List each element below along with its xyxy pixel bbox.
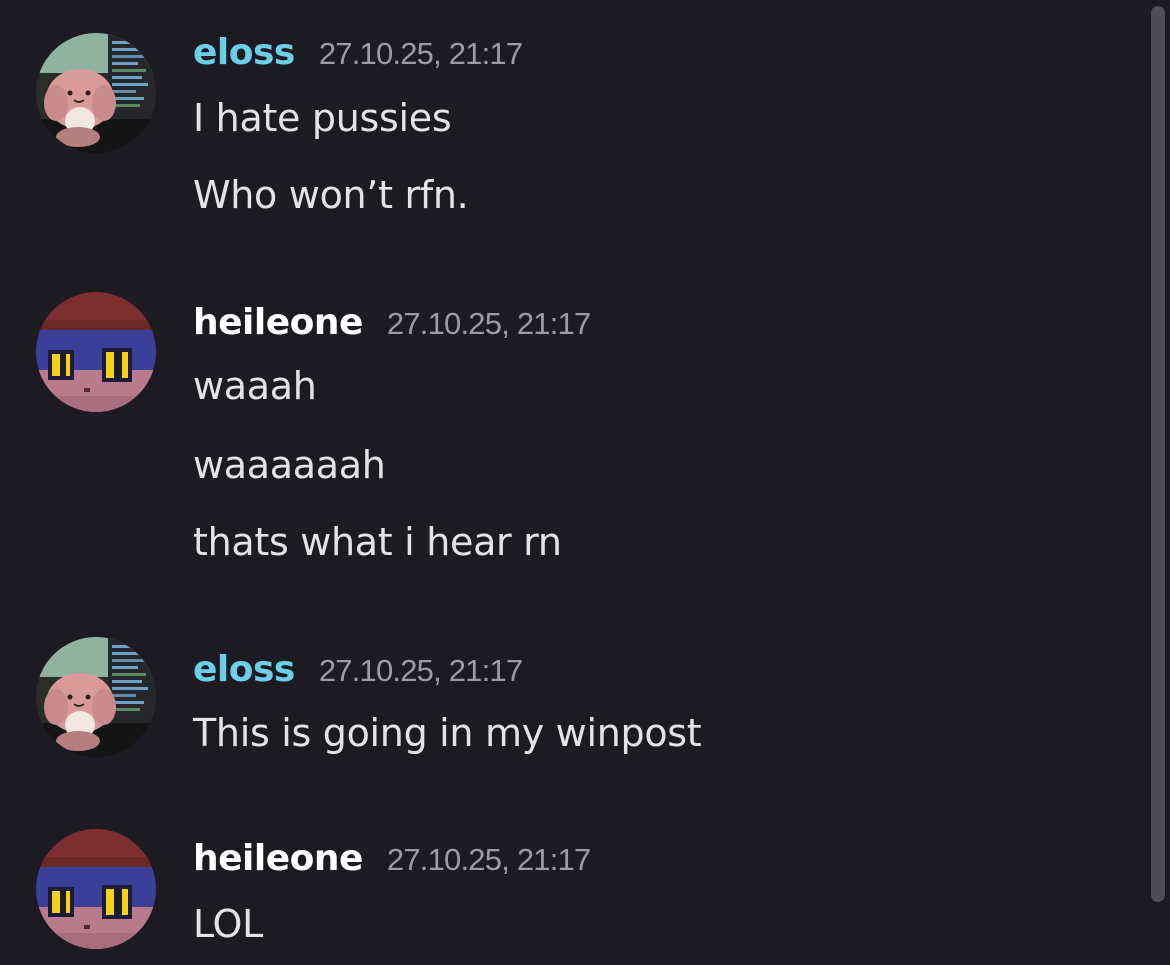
message-timestamp: 27.10.25, 21:17 [386, 306, 591, 341]
message-header: heileone 27.10.25, 21:17 [193, 838, 591, 888]
message-text[interactable]: thats what i hear rn [193, 520, 562, 564]
scrollbar[interactable] [1151, 6, 1165, 902]
message-header: eloss 27.10.25, 21:17 [193, 32, 523, 82]
author-name[interactable]: eloss [193, 32, 295, 73]
message-text[interactable]: waaaaaah [193, 443, 386, 487]
pink-plush-avatar-icon [36, 33, 156, 153]
pixel-character-avatar-icon [36, 829, 156, 949]
author-name[interactable]: heileone [193, 302, 363, 343]
message-text[interactable]: waaah [193, 364, 317, 408]
message-timestamp: 27.10.25, 21:17 [386, 842, 591, 877]
message-text[interactable]: LOL [193, 902, 263, 946]
message-timestamp: 27.10.25, 21:17 [318, 653, 523, 688]
message-timestamp: 27.10.25, 21:17 [318, 36, 523, 71]
avatar[interactable] [36, 292, 156, 412]
message-text[interactable]: Who won’t rfn. [193, 173, 469, 217]
message-text[interactable]: I hate pussies [193, 96, 452, 140]
author-name[interactable]: eloss [193, 649, 295, 690]
pink-plush-avatar-icon [36, 637, 156, 757]
message-header: eloss 27.10.25, 21:17 [193, 649, 523, 699]
author-name[interactable]: heileone [193, 838, 363, 879]
pixel-character-avatar-icon [36, 292, 156, 412]
message-header: heileone 27.10.25, 21:17 [193, 302, 591, 352]
chat-message-list: eloss 27.10.25, 21:17 I hate pussies Who… [0, 0, 1170, 965]
message-text[interactable]: This is going in my winpost [193, 711, 702, 755]
avatar[interactable] [36, 33, 156, 153]
avatar[interactable] [36, 637, 156, 757]
avatar[interactable] [36, 829, 156, 949]
